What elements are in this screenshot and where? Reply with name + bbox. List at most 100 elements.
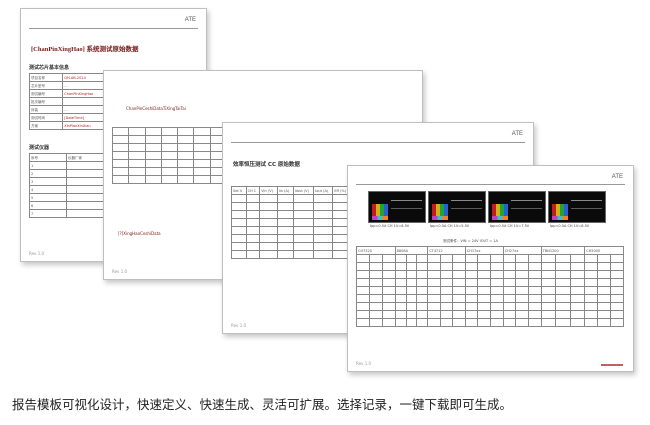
table-row <box>356 262 625 271</box>
table-cell <box>490 302 504 311</box>
table-cell: Iout (A) <box>313 186 334 195</box>
table-cell <box>368 310 383 319</box>
table-cell <box>292 250 315 259</box>
table-cell <box>356 302 370 311</box>
table-cell <box>356 286 370 295</box>
table-cell <box>405 278 418 287</box>
table-cell <box>477 270 492 279</box>
table-cell <box>515 294 529 303</box>
table-cell <box>193 167 211 176</box>
table-cell <box>160 127 179 136</box>
table-cell <box>452 262 466 271</box>
table-cell <box>515 318 529 327</box>
table-cell <box>193 127 211 136</box>
table-cell: TBN1200 <box>540 246 586 255</box>
table-cell <box>313 194 334 203</box>
table-cell <box>490 270 504 279</box>
table-cell <box>490 318 504 327</box>
table-cell <box>259 194 278 203</box>
table-cell <box>381 262 396 271</box>
header-rule <box>356 184 625 185</box>
table-cell <box>356 278 370 287</box>
table-cell <box>276 194 294 203</box>
table-cell <box>427 318 441 327</box>
table-cell <box>427 262 441 271</box>
table-cell: 芯片型号 <box>28 81 64 90</box>
ate-label: ATE <box>511 131 523 137</box>
table-cell <box>515 270 529 279</box>
table-cell <box>356 254 370 263</box>
table-cell <box>427 310 441 319</box>
table-cell <box>128 135 146 144</box>
table-row <box>111 175 228 184</box>
table-cell: CH 1 <box>245 186 261 195</box>
table-cell <box>452 302 466 311</box>
table-cell <box>464 262 479 271</box>
table-cell <box>527 254 542 263</box>
table-cell <box>368 318 383 327</box>
table-cell <box>477 286 492 295</box>
table-cell <box>381 318 396 327</box>
table-cell <box>439 270 454 279</box>
table-cell <box>259 234 278 243</box>
table-cell <box>259 242 278 251</box>
table-row <box>231 242 351 251</box>
table-cell <box>584 270 599 279</box>
table-cell <box>259 202 278 211</box>
table-cell <box>416 254 429 263</box>
table-cell <box>231 242 247 251</box>
table-cell <box>569 278 586 287</box>
table-cell <box>231 250 247 259</box>
table-cell <box>144 135 162 144</box>
table-cell <box>490 294 504 303</box>
table-cell <box>405 262 418 271</box>
table-cell <box>245 194 261 203</box>
table-cell: 2 <box>29 169 67 178</box>
table-cell <box>394 286 407 295</box>
table-cell <box>177 159 195 168</box>
table-cell <box>584 310 599 319</box>
table-row <box>231 218 351 227</box>
table-cell <box>555 302 571 311</box>
table-row <box>356 294 625 303</box>
table-row <box>231 194 351 203</box>
table-cell <box>292 226 315 235</box>
table-cell <box>540 302 557 311</box>
waveform-thumbnail-4 <box>548 191 606 223</box>
table-cell <box>515 310 529 319</box>
table-row <box>231 250 351 259</box>
table-cell <box>128 127 146 136</box>
table-cell <box>464 318 479 327</box>
table-cell <box>584 262 599 271</box>
table-cell <box>597 286 611 295</box>
report-page-4: ATE Ipp=0.5A CH 1V=6.5V Ipp=0.5A CH 1V=5… <box>347 165 634 372</box>
table-cell <box>160 143 179 152</box>
table-cell <box>439 262 454 271</box>
table-cell <box>555 278 571 287</box>
table-cell <box>259 210 278 219</box>
table-cell <box>452 286 466 295</box>
table-cell <box>464 270 479 279</box>
table-cell <box>292 194 315 203</box>
table-cell <box>394 262 407 271</box>
table-cell <box>356 270 370 279</box>
table-cell <box>231 226 247 235</box>
table-cell <box>111 127 130 136</box>
table-cell: CH5000 <box>584 246 624 255</box>
table-cell <box>292 202 315 211</box>
table-cell <box>111 151 130 160</box>
table-cell <box>381 310 396 319</box>
table-cell <box>584 278 599 287</box>
table-cell: Vout (V) <box>292 186 315 195</box>
table-cell <box>144 159 162 168</box>
section-instruments: 测试仪器 <box>29 145 50 151</box>
table-cell <box>597 270 611 279</box>
report-title: [ChanPinXingHao] 系统测试原始数据 <box>31 46 139 53</box>
table-cell <box>368 278 383 287</box>
table-cell <box>609 302 625 311</box>
table-cell <box>540 278 557 287</box>
table-cell <box>515 254 529 263</box>
table-row <box>356 310 625 319</box>
table-cell <box>569 318 586 327</box>
table-cell <box>427 294 441 303</box>
